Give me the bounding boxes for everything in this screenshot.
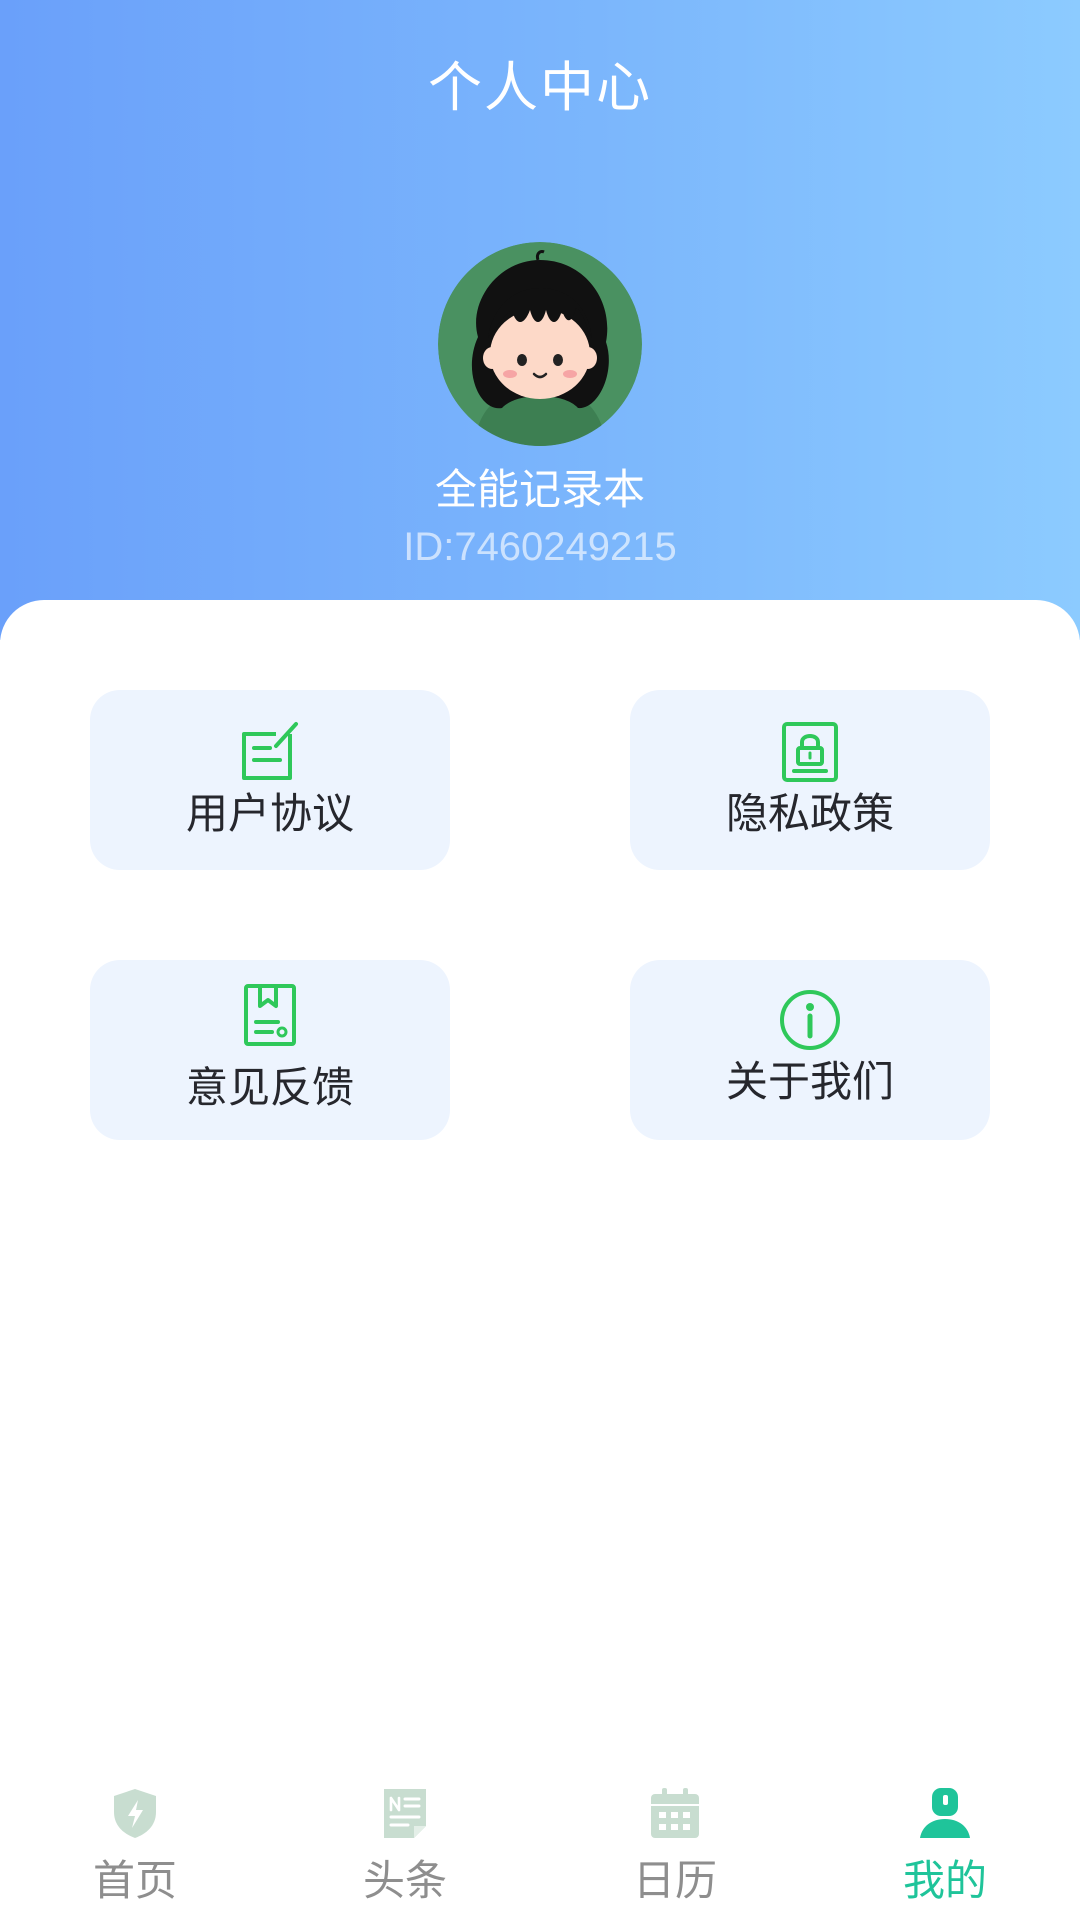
tab-calendar-label: 日历 [632,1856,717,1905]
user-agreement-label: 用户协议 [185,789,354,838]
tab-mine-label: 我的 [902,1856,987,1905]
page-title: 个人中心 [428,56,652,119]
avatar[interactable] [438,242,642,446]
profile-header: 个人中心 全能记录本 ID:7460249215 [0,0,1080,640]
tab-mine[interactable]: 我的 [810,1760,1080,1920]
edit-document-icon [242,722,298,780]
user-name: 全能记录本 [434,465,645,514]
about-us-label: 关于我们 [725,1057,894,1106]
girl-avatar-icon [438,242,642,446]
privacy-lock-icon [782,722,838,782]
info-icon [780,990,840,1050]
profile-screen: 个人中心 全能记录本 ID:7460249215 用户协议 隐私政策 意见反馈 … [0,0,1080,1920]
bottom-tab-bar: 首页 头条 日历 我的 [0,1760,1080,1920]
user-id: ID:7460249215 [403,525,677,569]
feedback-label: 意见反馈 [185,1063,354,1112]
about-us-button[interactable]: 关于我们 [630,960,990,1140]
privacy-policy-button[interactable]: 隐私政策 [630,690,990,870]
feedback-button[interactable]: 意见反馈 [90,960,450,1140]
tab-home-label: 首页 [92,1856,177,1905]
tab-news-label: 头条 [362,1856,447,1905]
user-icon [920,1788,970,1838]
user-agreement-button[interactable]: 用户协议 [90,690,450,870]
tab-home[interactable]: 首页 [0,1760,270,1920]
shield-bolt-icon [114,1789,156,1838]
news-icon [384,1789,426,1838]
menu-panel: 用户协议 隐私政策 意见反馈 关于我们 [0,600,1080,1920]
tab-calendar[interactable]: 日历 [540,1760,810,1920]
calendar-icon [651,1788,699,1838]
tab-news[interactable]: 头条 [270,1760,540,1920]
privacy-policy-label: 隐私政策 [725,789,894,838]
feedback-bookmark-icon [244,984,296,1046]
